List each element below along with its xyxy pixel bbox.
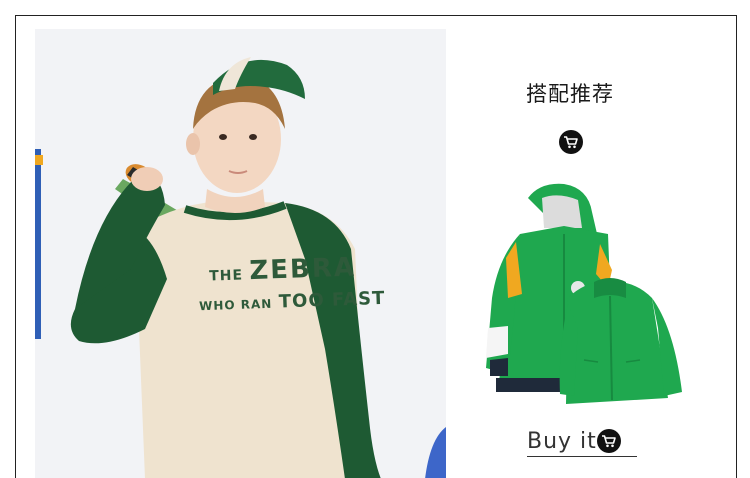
- recommended-product-image[interactable]: [468, 178, 690, 416]
- shopping-cart-icon[interactable]: [559, 130, 583, 154]
- shopping-cart-icon[interactable]: [597, 429, 621, 453]
- model-photo: THE ZEBRA WHO RAN TOO FAST: [35, 29, 446, 478]
- recommendation-title: 搭配推荐: [526, 82, 614, 106]
